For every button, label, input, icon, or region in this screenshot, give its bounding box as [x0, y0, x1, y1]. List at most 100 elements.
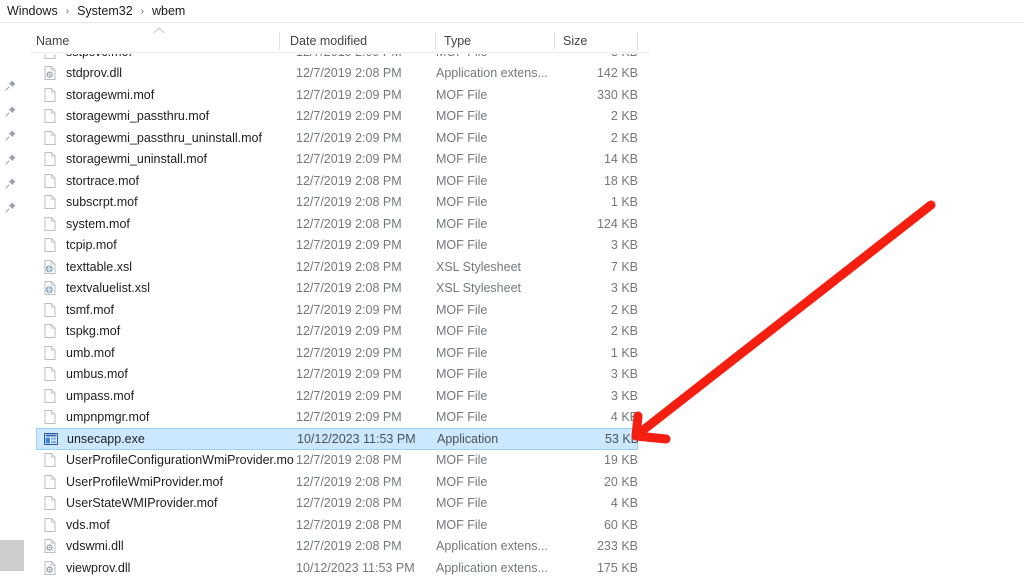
table-row[interactable]: umb.mof 12/7/2019 2:09 PM MOF File 1 KB	[36, 342, 638, 363]
cell-type: XSL Stylesheet	[436, 259, 522, 274]
cell-name[interactable]: UserProfileWmiProvider.mof	[36, 474, 294, 490]
table-row[interactable]: storagewmi_passthru.mof 12/7/2019 2:09 PM…	[36, 106, 638, 127]
table-row[interactable]: umbus.mof 12/7/2019 2:09 PM MOF File 3 KB	[36, 364, 638, 385]
file-name-label: system.mof	[66, 216, 130, 231]
cell-type: Application extens...	[436, 66, 548, 80]
table-row[interactable]: vdswmi.dll 12/7/2019 2:08 PM Application e…	[36, 536, 638, 557]
file-list[interactable]: sstpsvc.mof12/7/2019 2:09 PMMOF File3 KB…	[30, 53, 650, 583]
cell-name[interactable]: stdprov.dll	[36, 65, 294, 81]
cell-type: MOF File	[436, 130, 488, 145]
cell-name[interactable]: UserStateWMIProvider.mof	[36, 495, 294, 511]
file-name-label: subscrpt.mof	[66, 195, 138, 209]
column-divider-3[interactable]	[554, 32, 555, 50]
table-row[interactable]: stdprov.dll 12/7/2019 2:08 PM Application …	[36, 63, 638, 84]
cell-name[interactable]: vdswmi.dll	[36, 538, 294, 554]
table-row[interactable]: sstpsvc.mof12/7/2019 2:09 PMMOF File3 KB	[36, 53, 638, 62]
cell-name[interactable]: storagewmi_passthru.mof	[36, 108, 294, 124]
cell-name[interactable]: storagewmi_passthru_uninstall.mof	[36, 130, 294, 146]
table-row[interactable]: storagewmi_uninstall.mof 12/7/2019 2:09 P…	[36, 149, 638, 170]
cell-name[interactable]: textvaluelist.xsl	[36, 280, 294, 296]
column-header-date-modified[interactable]: Date modified	[290, 30, 367, 52]
cell-date-modified: 10/12/2023 11:53 PM	[296, 560, 415, 575]
column-header-row[interactable]: Name Date modified Type Size	[30, 27, 650, 52]
column-header-size[interactable]: Size	[563, 30, 587, 52]
cell-name[interactable]: subscrpt.mof	[36, 194, 294, 210]
pin-icon[interactable]	[4, 177, 17, 190]
table-row[interactable]: subscrpt.mof 12/7/2019 2:08 PM MOF File 1 K…	[36, 192, 638, 213]
cell-name[interactable]: storagewmi.mof	[36, 87, 294, 103]
cell-size: 4 KB	[610, 496, 638, 510]
column-divider-4[interactable]	[637, 32, 638, 50]
table-row[interactable]: UserProfileConfigurationWmiProvider.mof 1…	[36, 450, 638, 471]
cell-size: 175 KB	[596, 560, 638, 575]
cell-name[interactable]: vds.mof	[36, 517, 294, 533]
mof-file-icon	[42, 345, 58, 361]
cell-name[interactable]: unsecapp.exe	[37, 431, 295, 447]
cell-type: Application extens...	[436, 560, 548, 575]
cell-type: MOF File	[436, 345, 488, 360]
table-row-selected[interactable]: unsecapp.exe 10/12/2023 11:53 PM Applicati…	[36, 428, 639, 450]
cell-name[interactable]: viewprov.dll	[36, 560, 294, 576]
cell-name[interactable]: storagewmi_uninstall.mof	[36, 151, 294, 167]
navigation-scrollbar-thumb[interactable]	[0, 540, 24, 571]
breadcrumb-item-wbem[interactable]: wbem	[149, 3, 188, 19]
cell-type: MOF File	[436, 474, 488, 489]
table-row[interactable]: textvaluelist.xsl 12/7/2019 2:08 PM XSL St…	[36, 278, 638, 299]
cell-name[interactable]: tsmf.mof	[36, 302, 294, 318]
navigation-pane[interactable]	[0, 23, 30, 583]
cell-size: 7 KB	[610, 259, 638, 274]
exe-file-icon	[43, 431, 59, 447]
cell-name[interactable]: umb.mof	[36, 345, 294, 361]
cell-size: 124 KB	[596, 216, 638, 231]
breadcrumb[interactable]: Windows › System32 › wbem	[0, 0, 1024, 22]
table-row[interactable]: tspkg.mof 12/7/2019 2:09 PM MOF File 2 KB	[36, 321, 638, 342]
cell-size: 2 KB	[610, 130, 638, 145]
table-row[interactable]: texttable.xsl 12/7/2019 2:08 PM XSL Styles…	[36, 256, 638, 277]
cell-name[interactable]: system.mof	[36, 216, 294, 232]
pin-icon[interactable]	[4, 201, 17, 214]
cell-size: 330 KB	[596, 87, 638, 102]
table-row[interactable]: UserStateWMIProvider.mof 12/7/2019 2:08 P…	[36, 493, 638, 514]
cell-date-modified: 12/7/2019 2:09 PM	[296, 345, 402, 360]
table-row[interactable]: storagewmi_passthru_uninstall.mof 12/7/20…	[36, 127, 638, 148]
table-row[interactable]: stortrace.mof 12/7/2019 2:08 PM MOF File 18…	[36, 170, 638, 191]
arrow-shaft	[637, 200, 936, 436]
column-header-name[interactable]: Name	[36, 30, 69, 52]
cell-size: 14 KB	[603, 152, 638, 166]
sort-ascending-icon	[152, 25, 166, 35]
table-row[interactable]: UserProfileWmiProvider.mof 12/7/2019 2:08…	[36, 471, 638, 492]
table-row[interactable]: storagewmi.mof 12/7/2019 2:09 PM MOF File 3…	[36, 84, 638, 105]
breadcrumb-item-system32[interactable]: System32	[74, 3, 136, 19]
cell-date-modified: 12/7/2019 2:09 PM	[296, 87, 402, 102]
column-header-type[interactable]: Type	[444, 30, 471, 52]
cell-name[interactable]: tspkg.mof	[36, 323, 294, 339]
pin-icon[interactable]	[4, 153, 17, 166]
pin-icon[interactable]	[4, 105, 17, 118]
table-row[interactable]: viewprov.dll 10/12/2023 11:53 PM Applicati…	[36, 557, 638, 578]
breadcrumb-item-windows[interactable]: Windows	[4, 3, 61, 19]
table-row[interactable]: tcpip.mof 12/7/2019 2:09 PM MOF File 3 KB	[36, 235, 638, 256]
table-row[interactable]: umpnpmgr.mof 12/7/2019 2:09 PM MOF File 4 K…	[36, 407, 638, 428]
table-row[interactable]: system.mof 12/7/2019 2:08 PM MOF File 124 K…	[36, 213, 638, 234]
file-name-label: UserProfileConfigurationWmiProvider.mof	[66, 453, 294, 467]
cell-name[interactable]: tcpip.mof	[36, 237, 294, 253]
cell-name[interactable]: texttable.xsl	[36, 259, 294, 275]
cell-date-modified: 12/7/2019 2:09 PM	[296, 324, 402, 338]
column-divider-2[interactable]	[435, 32, 436, 50]
file-name-label: vdswmi.dll	[66, 539, 124, 553]
table-row[interactable]: vds.mof 12/7/2019 2:08 PM MOF File 60 KB	[36, 514, 638, 535]
cell-type: MOF File	[436, 109, 488, 123]
table-row[interactable]: tsmf.mof 12/7/2019 2:09 PM MOF File 2 KB	[36, 299, 638, 320]
cell-name[interactable]: umpass.mof	[36, 388, 294, 404]
cell-name[interactable]: umbus.mof	[36, 366, 294, 382]
pin-icon[interactable]	[4, 129, 17, 142]
column-divider-1[interactable]	[279, 32, 280, 50]
cell-name[interactable]: stortrace.mof	[36, 173, 294, 189]
mof-file-icon	[42, 173, 58, 189]
cell-name[interactable]: UserProfileConfigurationWmiProvider.mof	[36, 452, 294, 468]
pin-icon[interactable]	[4, 79, 17, 92]
cell-type: MOF File	[436, 517, 488, 532]
table-row[interactable]: umpass.mof 12/7/2019 2:09 PM MOF File 3 KB	[36, 385, 638, 406]
breadcrumb-separator-icon: ›	[140, 5, 144, 17]
cell-name[interactable]: umpnpmgr.mof	[36, 409, 294, 425]
